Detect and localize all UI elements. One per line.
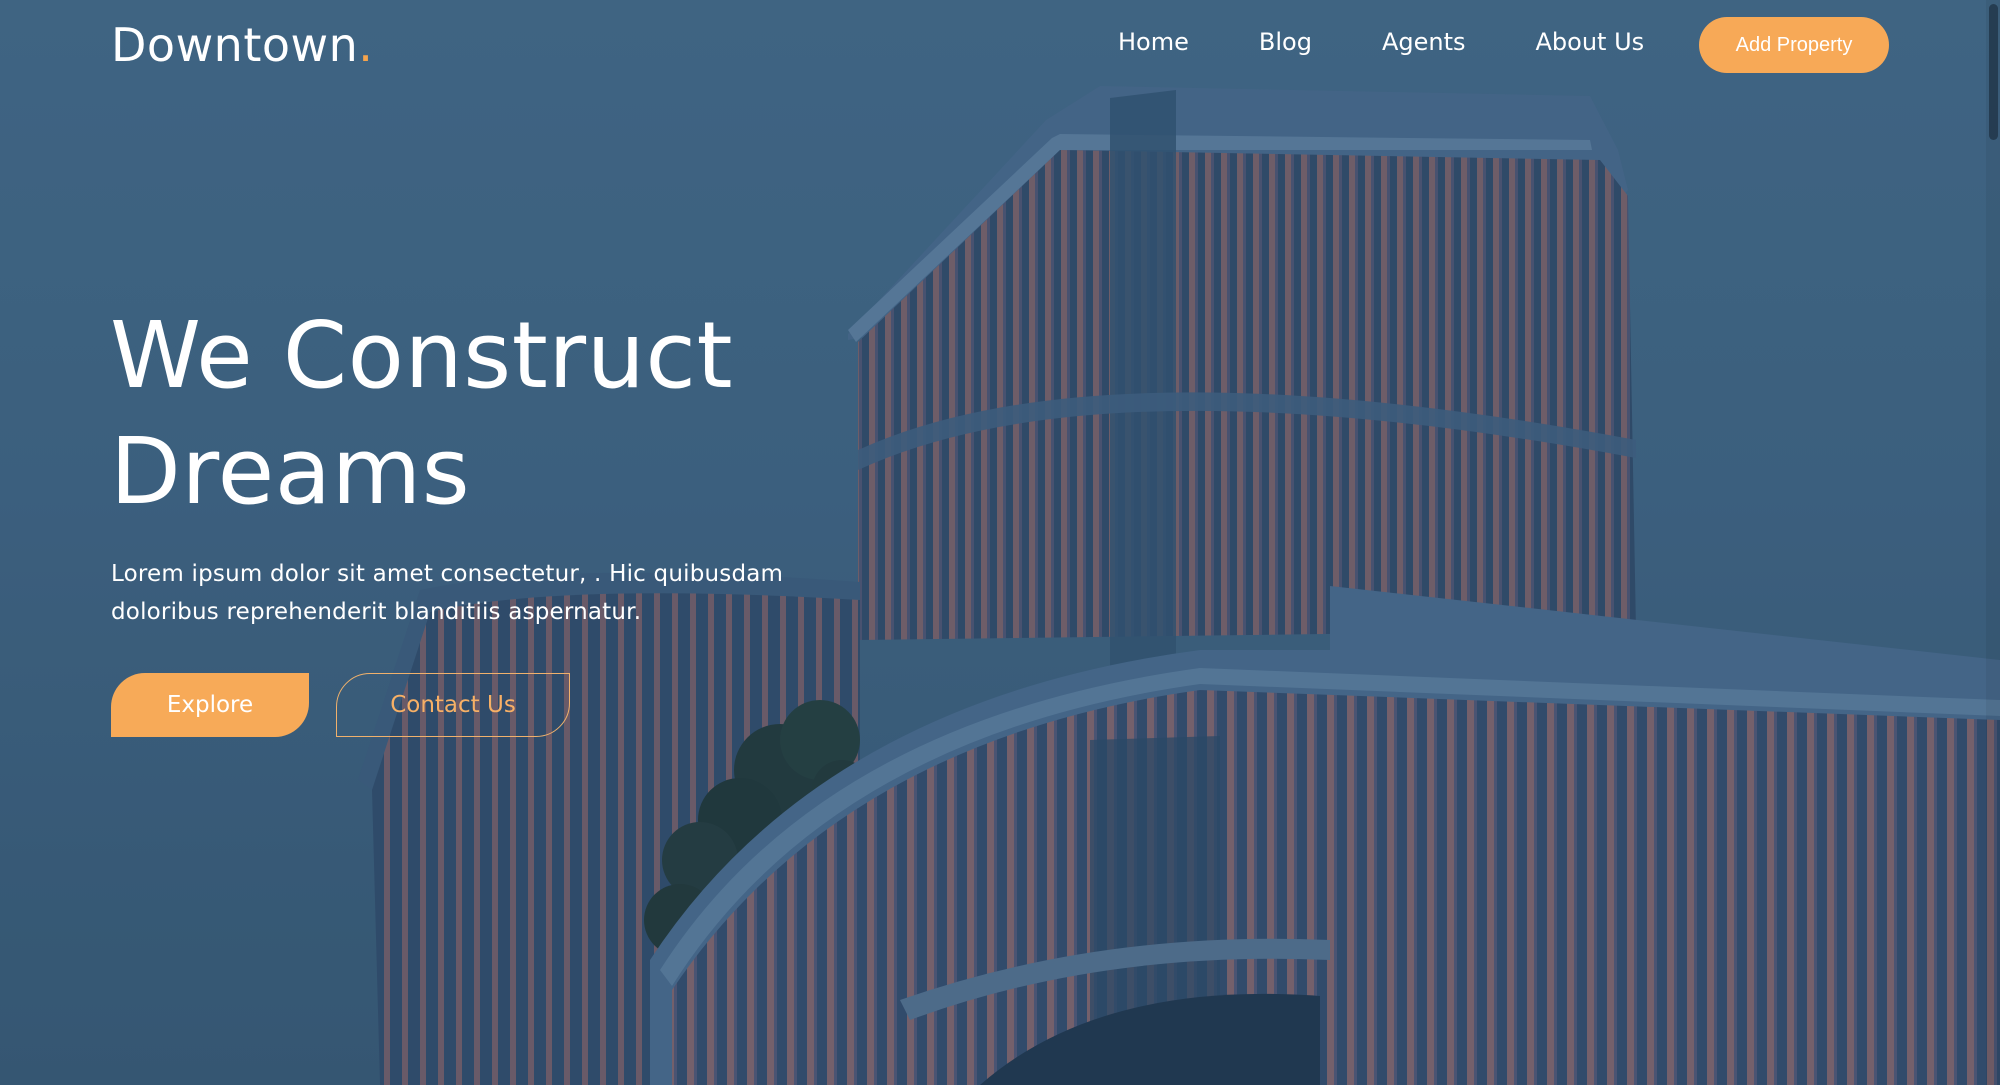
explore-button[interactable]: Explore: [111, 673, 309, 737]
hero-title-line-1: We Construct: [110, 302, 734, 409]
page-scrollbar[interactable]: [1986, 0, 2000, 1085]
nav-links: Home Blog Agents About Us: [1118, 28, 1644, 56]
add-property-button[interactable]: Add Property: [1699, 17, 1889, 73]
hero-title-line-2: Dreams: [110, 418, 471, 525]
hero-description-line-1: Lorem ipsum dolor sit amet consectetur, …: [111, 561, 784, 587]
nav-item-agents[interactable]: Agents: [1382, 28, 1466, 56]
brand-name: Downtown: [111, 18, 359, 72]
nav-item-about-us[interactable]: About Us: [1535, 28, 1644, 56]
top-navbar: Downtown. Home Blog Agents About Us Add …: [0, 0, 2000, 90]
hero-title: We Construct Dreams: [110, 298, 830, 530]
brand-dot: .: [358, 18, 374, 72]
hero-description: Lorem ipsum dolor sit amet consectetur, …: [111, 555, 791, 631]
hero-description-line-2: doloribus reprehenderit blanditiis asper…: [111, 599, 642, 625]
scrollbar-thumb[interactable]: [1989, 4, 1998, 140]
nav-item-home[interactable]: Home: [1118, 28, 1189, 56]
nav-item-blog[interactable]: Blog: [1259, 28, 1312, 56]
brand-logo[interactable]: Downtown.: [111, 18, 373, 72]
contact-us-button[interactable]: Contact Us: [336, 673, 570, 737]
homepage: Downtown. Home Blog Agents About Us Add …: [0, 0, 2000, 1085]
blue-overlay: [0, 0, 2000, 1085]
